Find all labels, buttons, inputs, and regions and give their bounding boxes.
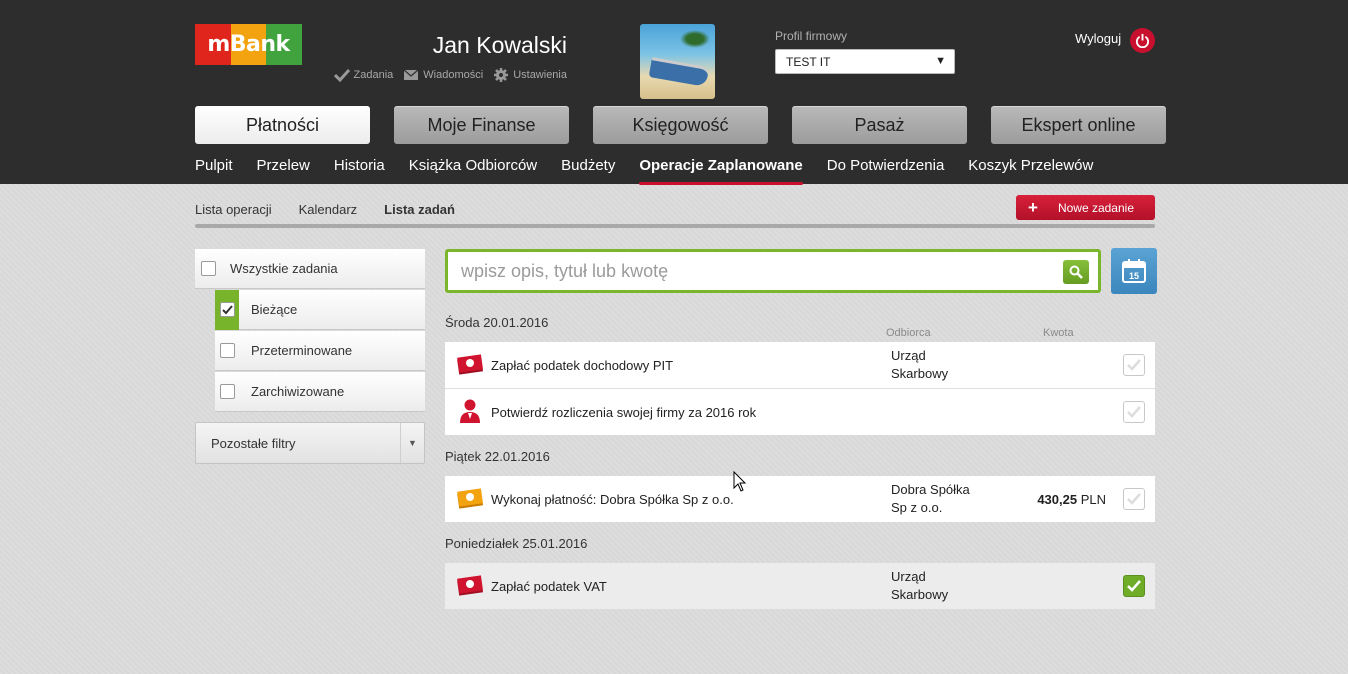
user-links: Zadania Wiadomości Ustawienia [300, 68, 567, 82]
svg-text:15: 15 [1129, 271, 1139, 281]
filter-all-tasks[interactable]: Wszystkie zadania [195, 249, 425, 289]
amount: 430,25 PLN [1037, 491, 1106, 507]
more-filters-dropdown[interactable]: Pozostałe filtry ▼ [195, 422, 425, 464]
task-done-checkbox[interactable] [1123, 354, 1145, 376]
view-tabs: Lista operacji Kalendarz Lista zadań [195, 202, 455, 228]
subnav-budzety[interactable]: Budżety [561, 157, 615, 174]
sub-navigation: Pulpit Przelew Historia Książka Odbiorcó… [195, 157, 1093, 185]
tax-payment-icon [457, 575, 483, 596]
filter-current[interactable]: Bieżące [215, 289, 425, 330]
subnav-historia[interactable]: Historia [334, 157, 385, 174]
task-done-checkbox[interactable] [1123, 401, 1145, 423]
tab-lista-operacji[interactable]: Lista operacji [195, 202, 272, 217]
settings-link[interactable]: Ustawienia [493, 68, 567, 82]
task-row[interactable]: Potwierdź rozliczenia swojej firmy za 20… [445, 389, 1155, 435]
avatar[interactable] [640, 24, 715, 99]
logout-link[interactable]: Wyloguj [1075, 31, 1121, 46]
day-header: Poniedziałek 25.01.2016 [445, 536, 588, 551]
subnav-operacje-zaplanowane[interactable]: Operacje Zaplanowane [639, 157, 804, 185]
new-task-button[interactable]: + Nowe zadanie [1016, 195, 1155, 220]
tab-platnosci[interactable]: Płatności [195, 106, 370, 144]
column-header-amount: Kwota [1043, 327, 1074, 339]
messages-link[interactable]: Wiadomości [403, 68, 483, 82]
checkbox[interactable] [219, 384, 235, 399]
search-button[interactable] [1063, 260, 1089, 284]
filter-archived[interactable]: Zarchiwizowane [215, 372, 425, 412]
search-icon [1069, 265, 1083, 279]
task-done-checkbox-checked[interactable] [1123, 575, 1145, 597]
tasks-link[interactable]: Zadania [333, 68, 393, 82]
subnav-do-potwierdzenia[interactable]: Do Potwierdzenia [827, 157, 945, 174]
recipient: Dobra Spółka Sp z o.o. [891, 482, 970, 515]
calendar-button[interactable]: 15 [1111, 248, 1157, 294]
tab-ksiegowosc[interactable]: Księgowość [593, 106, 768, 144]
tab-kalendarz[interactable]: Kalendarz [299, 202, 358, 217]
top-header: mBank Jan Kowalski Zadania Wiadomości Us… [0, 0, 1348, 185]
task-filters: Wszystkie zadania Bieżące Przeterminowan… [195, 249, 425, 412]
payment-icon [457, 488, 483, 509]
subnav-koszyk-przelewow[interactable]: Koszyk Przelewów [968, 157, 1093, 174]
envelope-icon [403, 69, 419, 80]
profile-select[interactable]: TEST IT ▼ [775, 49, 955, 74]
task-done-checkbox[interactable] [1123, 488, 1145, 510]
person-icon [460, 399, 480, 423]
subnav-pulpit[interactable]: Pulpit [195, 157, 233, 174]
chevron-down-icon: ▼ [935, 55, 946, 67]
checkbox-checked[interactable] [219, 302, 235, 317]
plus-icon: + [1028, 198, 1038, 217]
task-row[interactable]: Zapłać podatek VAT Urząd Skarbowy [445, 563, 1155, 609]
mouse-cursor-icon [733, 471, 747, 492]
checkmark-icon [333, 68, 350, 82]
calendar-icon: 15 [1122, 259, 1146, 283]
day-header: Środa 20.01.2016 [445, 315, 549, 330]
recipient: Urząd Skarbowy [891, 569, 949, 602]
search-input[interactable] [461, 260, 1041, 282]
gear-icon [494, 68, 509, 82]
subnav-przelew[interactable]: Przelew [257, 157, 310, 174]
filter-overdue[interactable]: Przeterminowane [215, 331, 425, 371]
task-row[interactable]: Wykonaj płatność: Dobra Spółka Sp z o.o.… [445, 476, 1155, 522]
profile-label: Profil firmowy [775, 29, 848, 43]
user-name: Jan Kowalski [432, 32, 567, 58]
dropdown-arrow-icon: ▼ [400, 423, 424, 463]
tax-payment-icon [457, 354, 483, 375]
main-tabs: Płatności Moje Finanse Księgowość Pasaż … [195, 106, 1166, 144]
checkbox[interactable] [219, 343, 235, 358]
checkbox[interactable] [201, 261, 216, 276]
tab-moje-finanse[interactable]: Moje Finanse [394, 106, 569, 144]
day-header: Piątek 22.01.2016 [445, 449, 550, 464]
task-row[interactable]: Zapłać podatek dochodowy PIT Urząd Skarbo… [445, 342, 1155, 388]
subnav-ksiazka-odbiorcow[interactable]: Książka Odbiorców [409, 157, 537, 174]
column-header-recipient: Odbiorca [886, 327, 931, 339]
mbank-logo[interactable]: mBank [195, 24, 302, 65]
view-tabs-divider [195, 224, 1155, 228]
power-icon[interactable] [1130, 28, 1155, 53]
tab-lista-zadan[interactable]: Lista zadań [384, 202, 455, 228]
tab-ekspert-online[interactable]: Ekspert online [991, 106, 1166, 144]
tab-pasaz[interactable]: Pasaż [792, 106, 967, 144]
search-box [445, 249, 1101, 293]
recipient: Urząd Skarbowy [891, 348, 949, 381]
